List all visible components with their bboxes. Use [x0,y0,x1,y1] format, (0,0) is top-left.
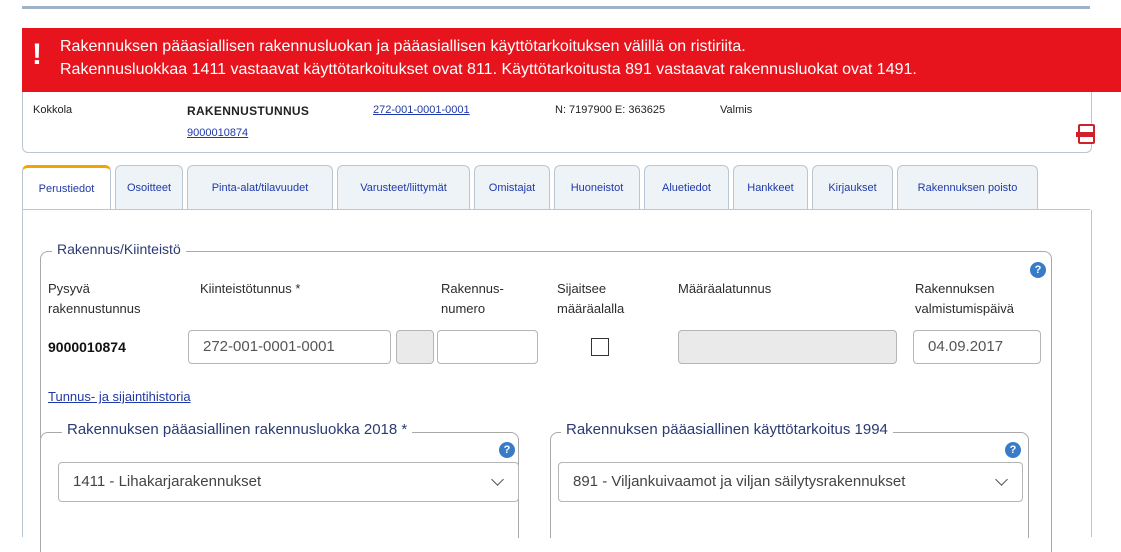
label-pysyva-1: Pysyvä [48,281,90,296]
label-valmistumispaiva-1: Rakennuksen [915,281,995,296]
label-rakennusnumero-1: Rakennus- [441,281,504,296]
error-banner: ! Rakennuksen pääasiallisen rakennusluok… [22,28,1121,92]
tab-kirjaukset[interactable]: Kirjaukset [812,165,893,209]
section-title: Rakennus/Kiinteistö [52,241,186,257]
usage-purpose-select[interactable]: 891 - Viljankuivaamot ja viljan säilytys… [558,462,1023,502]
help-icon[interactable]: ? [1005,442,1021,458]
building-class-legend: Rakennuksen pääasiallinen rakennusluokka… [62,421,413,438]
tab-hankkeet[interactable]: Hankkeet [733,165,808,209]
chevron-down-icon [995,473,1008,486]
tab-pinta-alat[interactable]: Pinta-alat/tilavuudet [187,165,333,209]
label-pysyva-2: rakennustunnus [48,301,141,316]
property-id-suffix-field [396,330,434,364]
pdf-print-icon[interactable] [1076,124,1095,144]
error-message-line1: Rakennuksen pääasiallisen rakennusluokan… [60,38,746,55]
chevron-down-icon [491,473,504,486]
building-info-header: Kokkola RAKENNUSTUNNUS 272-001-0001-0001… [22,92,1095,153]
alert-icon: ! [32,38,42,71]
building-class-select[interactable]: 1411 - Lihakarjarakennukset [58,462,519,502]
label-valmistumispaiva-2: valmistumispäivä [915,301,1014,316]
tab-varusteet[interactable]: Varusteet/liittymät [337,165,470,209]
label-kiinteistotunnus: Kiinteistötunnus * [200,281,301,296]
tab-omistajat[interactable]: Omistajat [474,165,550,209]
located-on-parcel-checkbox[interactable] [591,338,609,356]
coordinates: N: 7197900 E: 363625 [555,104,666,116]
tab-bar: Perustiedot Osoitteet Pinta-alat/tilavuu… [22,165,1090,211]
property-id-field[interactable]: 272-001-0001-0001 [188,330,391,364]
label-maaraalatunnus: Määräalatunnus [678,281,772,296]
tab-aluetiedot[interactable]: Aluetiedot [644,165,729,209]
building-id-link[interactable]: 272-001-0001-0001 [373,104,470,116]
label-rakennusnumero-2: numero [441,301,486,316]
usage-purpose-selected: 891 - Viljankuivaamot ja viljan säilytys… [573,473,906,490]
help-icon[interactable]: ? [1030,262,1046,278]
tab-huoneistot[interactable]: Huoneistot [554,165,640,209]
top-border [22,6,1090,9]
status: Valmis [720,104,753,116]
municipality: Kokkola [33,104,73,116]
id-location-history-link[interactable]: Tunnus- ja sijaintihistoria [48,389,191,404]
usage-purpose-legend: Rakennuksen pääasiallinen käyttötarkoitu… [561,421,893,438]
tab-osoitteet[interactable]: Osoitteet [115,165,183,209]
label-sijaitsee-2: määräalalla [557,301,625,316]
building-id-label: RAKENNUSTUNNUS [187,104,310,118]
parcel-id-field [678,330,897,364]
building-class-selected: 1411 - Lihakarjarakennukset [73,473,262,490]
completion-date-field[interactable]: 04.09.2017 [913,330,1041,364]
error-message-line2: Rakennusluokkaa 1411 vastaavat käyttötar… [60,61,917,78]
permanent-building-id: 9000010874 [48,339,126,355]
building-number-field[interactable] [437,330,538,364]
tab-rakennuksen-poisto[interactable]: Rakennuksen poisto [897,165,1038,209]
tab-perustiedot[interactable]: Perustiedot [22,165,111,211]
label-sijaitsee-1: Sijaitsee [557,281,607,296]
building-number-link[interactable]: 9000010874 [187,127,248,139]
help-icon[interactable]: ? [499,442,515,458]
